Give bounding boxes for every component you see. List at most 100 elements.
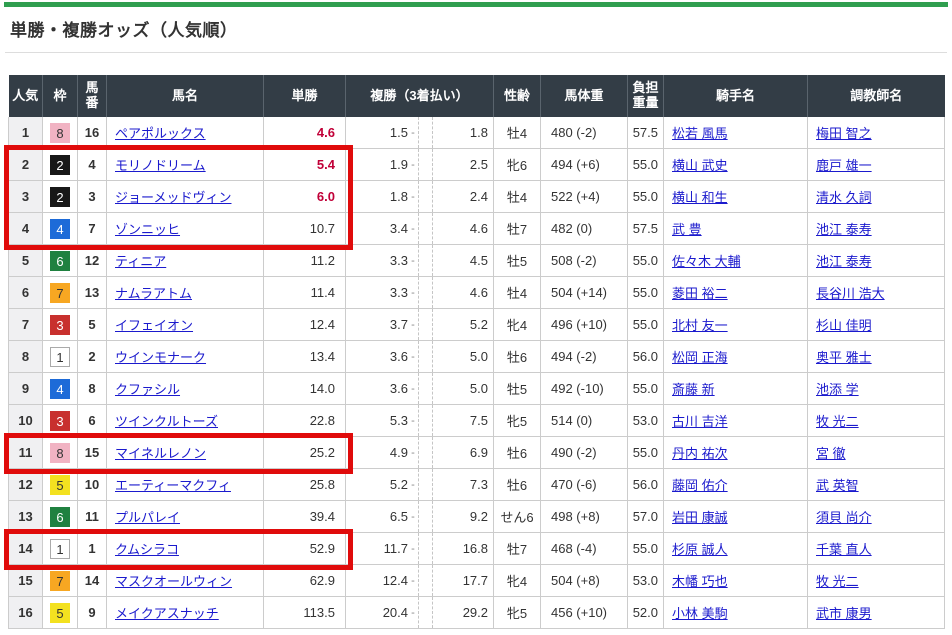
frame-cell: 6 — [43, 245, 78, 277]
jockey-link[interactable]: 佐々木 大輔 — [672, 254, 741, 269]
horse-name-link[interactable]: メイクアスナッチ — [115, 606, 219, 621]
table-row: 735イフェイオン12.43.7-5.2牝4496 (+10)55.0北村 友一… — [9, 309, 945, 341]
frame-cell: 3 — [43, 309, 78, 341]
trainer-link[interactable]: 池江 泰寿 — [816, 254, 872, 269]
trainer-cell: 奥平 雅士 — [808, 341, 945, 373]
jockey-link[interactable]: 古川 吉洋 — [672, 414, 728, 429]
trainer-link[interactable]: 牧 光二 — [816, 574, 859, 589]
jockey-link[interactable]: 横山 武史 — [672, 158, 728, 173]
jockey-link[interactable]: 岩田 康誠 — [672, 510, 728, 525]
rank-cell: 12 — [9, 469, 43, 501]
sex-age-cell: せん6 — [494, 501, 541, 533]
horse-name-link[interactable]: ツインクルトーズ — [115, 414, 218, 429]
column-header-rank: 人気 — [9, 75, 43, 117]
place-odds-dash: - — [408, 415, 418, 427]
win-odds-cell: 11.4 — [264, 277, 346, 309]
jockey-link[interactable]: 丹内 祐次 — [672, 446, 728, 461]
horse-weight-cell: 514 (0) — [541, 405, 628, 437]
horse-name-cell: ペアポルックス — [107, 117, 264, 149]
jockey-cell: 横山 武史 — [664, 149, 808, 181]
horse-name-link[interactable]: モリノドリーム — [115, 158, 206, 173]
jockey-link[interactable]: 斎藤 新 — [672, 382, 715, 397]
jockey-link[interactable]: 小林 美駒 — [672, 606, 728, 621]
horse-name-link[interactable]: プルパレイ — [115, 510, 180, 525]
trainer-link[interactable]: 牧 光二 — [816, 414, 859, 429]
frame-badge: 5 — [50, 603, 70, 623]
place-odds-cell: 3.7-5.2 — [346, 309, 494, 341]
horse-number-cell: 9 — [78, 597, 107, 629]
frame-badge: 2 — [50, 187, 70, 207]
horse-name-link[interactable]: クファシル — [115, 382, 180, 397]
jockey-link[interactable]: 武 豊 — [672, 222, 702, 237]
jockey-link[interactable]: 松若 風馬 — [672, 126, 728, 141]
place-odds-high: 5.2 — [432, 309, 493, 340]
place-odds-dash: - — [408, 607, 418, 619]
sex-age-cell: 牡6 — [494, 341, 541, 373]
frame-cell: 2 — [43, 149, 78, 181]
horse-name-link[interactable]: ウインモナーク — [115, 350, 206, 365]
trainer-link[interactable]: 池添 学 — [816, 382, 859, 397]
table-row: 5612ティニア11.23.3-4.5牡5508 (-2)55.0佐々木 大輔池… — [9, 245, 945, 277]
horse-name-link[interactable]: ナムラアトム — [115, 286, 192, 301]
horse-name-cell: ゾンニッヒ — [107, 213, 264, 245]
trainer-link[interactable]: 梅田 智之 — [816, 126, 872, 141]
jockey-cell: 木幡 巧也 — [664, 565, 808, 597]
trainer-link[interactable]: 池江 泰寿 — [816, 222, 872, 237]
place-odds-separator — [418, 117, 432, 148]
sex-age-cell: 牡4 — [494, 117, 541, 149]
win-odds-cell: 52.9 — [264, 533, 346, 565]
horse-name-cell: ウインモナーク — [107, 341, 264, 373]
place-odds-separator — [418, 597, 432, 628]
carried-weight-cell: 52.0 — [628, 597, 664, 629]
trainer-link[interactable]: 須貝 尚介 — [816, 510, 872, 525]
place-odds-low: 1.9 — [346, 157, 408, 172]
win-odds-cell: 25.2 — [264, 437, 346, 469]
trainer-link[interactable]: 杉山 佳明 — [816, 318, 872, 333]
horse-name-link[interactable]: ジョーメッドヴィン — [115, 190, 231, 205]
jockey-link[interactable]: 藤岡 佑介 — [672, 478, 728, 493]
jockey-cell: 斎藤 新 — [664, 373, 808, 405]
horse-weight-cell: 522 (+4) — [541, 181, 628, 213]
trainer-link[interactable]: 奥平 雅士 — [816, 350, 872, 365]
horse-name-link[interactable]: イフェイオン — [115, 318, 193, 333]
trainer-link[interactable]: 宮 徹 — [816, 446, 846, 461]
trainer-link[interactable]: 武 英智 — [816, 478, 859, 493]
win-odds-value: 25.8 — [310, 477, 335, 492]
jockey-link[interactable]: 横山 和生 — [672, 190, 728, 205]
carried-weight-cell: 56.0 — [628, 341, 664, 373]
trainer-link[interactable]: 清水 久詞 — [816, 190, 872, 205]
frame-cell: 8 — [43, 437, 78, 469]
trainer-link[interactable]: 武市 康男 — [816, 606, 872, 621]
table-row: 6713ナムラアトム11.43.3-4.6牡4504 (+14)55.0菱田 裕… — [9, 277, 945, 309]
place-odds-low: 4.9 — [346, 445, 408, 460]
horse-name-link[interactable]: エーティーマクフィ — [115, 478, 231, 493]
win-odds-value: 13.4 — [310, 349, 335, 364]
jockey-link[interactable]: 杉原 誠人 — [672, 542, 728, 557]
carried-weight-cell: 55.0 — [628, 245, 664, 277]
column-header-win: 単勝 — [264, 75, 346, 117]
jockey-link[interactable]: 松岡 正海 — [672, 350, 728, 365]
jockey-cell: 菱田 裕二 — [664, 277, 808, 309]
win-odds-cell: 10.7 — [264, 213, 346, 245]
horse-name-link[interactable]: マスクオールウィン — [115, 574, 232, 589]
horse-name-link[interactable]: マイネルレノン — [115, 446, 206, 461]
place-odds-separator — [418, 341, 432, 372]
trainer-link[interactable]: 長谷川 浩大 — [816, 286, 885, 301]
jockey-link[interactable]: 菱田 裕二 — [672, 286, 728, 301]
win-odds-value: 39.4 — [310, 509, 335, 524]
place-odds-high: 17.7 — [432, 565, 493, 596]
frame-badge: 4 — [50, 219, 70, 239]
column-header-weight: 馬体重 — [541, 75, 628, 117]
trainer-link[interactable]: 鹿戸 雄一 — [816, 158, 872, 173]
jockey-link[interactable]: 北村 友一 — [672, 318, 728, 333]
jockey-link[interactable]: 木幡 巧也 — [672, 574, 728, 589]
horse-number-cell: 15 — [78, 437, 107, 469]
table-row: 12510エーティーマクフィ25.85.2-7.3牡6470 (-6)56.0藤… — [9, 469, 945, 501]
horse-name-link[interactable]: ゾンニッヒ — [115, 222, 180, 237]
horse-name-link[interactable]: ペアポルックス — [115, 126, 206, 141]
trainer-link[interactable]: 千葉 直人 — [816, 542, 872, 557]
horse-name-link[interactable]: クムシラコ — [115, 542, 179, 557]
horse-name-link[interactable]: ティニア — [115, 254, 166, 269]
frame-badge: 8 — [50, 123, 70, 143]
horse-name-cell: モリノドリーム — [107, 149, 264, 181]
